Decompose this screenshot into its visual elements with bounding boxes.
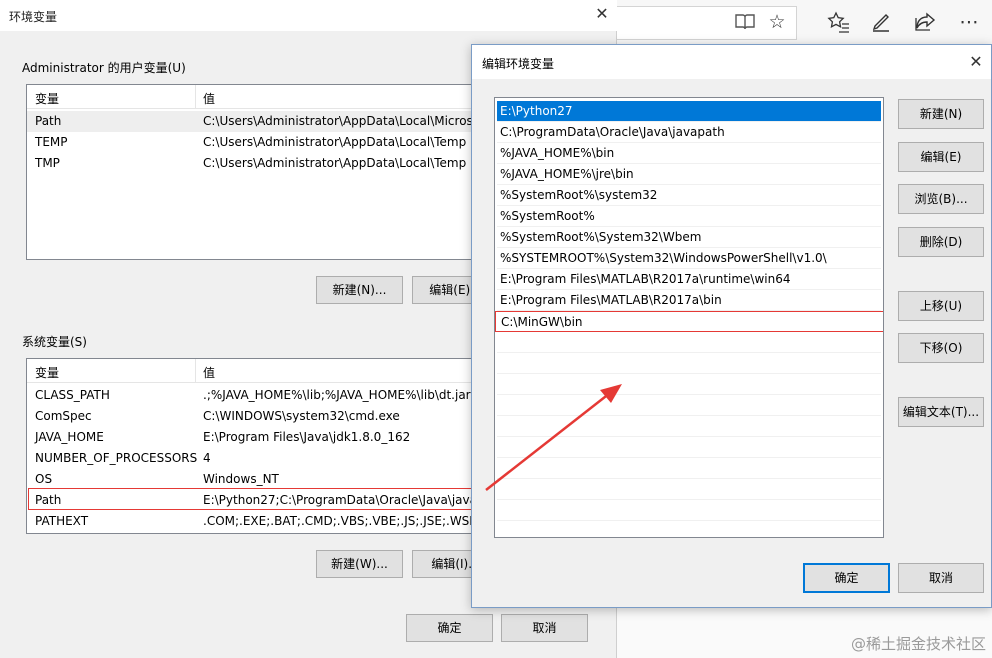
pen-icon[interactable] [869,10,893,34]
list-item[interactable]: %SYSTEMROOT%\System32\WindowsPowerShell\… [497,248,881,269]
list-item[interactable]: %SystemRoot%\system32 [497,185,881,206]
edit-button[interactable]: 编辑(E) [898,142,984,172]
table-row[interactable]: TEMP C:\Users\Administrator\AppData\Loca… [27,132,495,153]
var-name: TEMP [35,135,68,149]
column-value[interactable]: 值 [203,90,215,107]
var-name: NUMBER_OF_PROCESSORS [35,451,198,465]
share-icon[interactable] [913,10,937,34]
empty-row [497,416,881,437]
dialog-title: 编辑环境变量 [482,57,555,71]
empty-row [497,479,881,500]
empty-row [497,395,881,416]
table-row[interactable]: JAVA_HOME E:\Program Files\Java\jdk1.8.0… [27,427,495,448]
list-item[interactable]: C:\ProgramData\Oracle\Java\javapath [497,122,881,143]
var-value: C:\Users\Administrator\AppData\Local\Tem… [203,135,467,149]
var-value: C:\Users\Administrator\AppData\Local\Mic… [203,114,473,128]
var-name: Path [35,114,62,128]
list-header: 变量 值 [27,85,495,109]
table-row[interactable]: TMP C:\Users\Administrator\AppData\Local… [27,153,495,174]
cancel-button[interactable]: 取消 [898,563,984,593]
close-icon[interactable]: ✕ [965,51,987,73]
list-item[interactable]: %JAVA_HOME%\jre\bin [497,164,881,185]
var-name: PATHEXT [35,514,89,528]
column-separator [195,359,196,383]
browse-button[interactable]: 浏览(B)... [898,184,984,214]
system-variables-label: 系统变量(S) [22,335,87,349]
empty-row [497,437,881,458]
new-button[interactable]: 新建(N) [898,99,984,129]
var-name: ComSpec [35,409,92,423]
table-row[interactable]: ComSpec C:\WINDOWS\system32\cmd.exe [27,406,495,427]
dialog-title: 环境变量 [9,10,58,24]
var-name: CLASS_PATH [35,388,110,402]
close-icon[interactable]: ✕ [592,4,612,24]
edit-text-button[interactable]: 编辑文本(T)... [898,397,984,427]
var-value: .;%JAVA_HOME%\lib;%JAVA_HOME%\lib\dt.jar [203,388,471,402]
list-item-editing[interactable]: C:\MinGW\bin [495,311,883,332]
move-down-button[interactable]: 下移(O) [898,333,984,363]
list-item[interactable]: E:\Program Files\MATLAB\R2017a\bin [497,290,881,311]
var-value: Windows_NT [203,472,279,486]
list-item[interactable]: %SystemRoot%\System32\Wbem [497,227,881,248]
empty-row [497,500,881,521]
list-item[interactable]: %JAVA_HOME%\bin [497,143,881,164]
table-row[interactable]: Path C:\Users\Administrator\AppData\Loca… [27,111,495,132]
env-cancel-button[interactable]: 取消 [501,614,588,642]
user-new-button[interactable]: 新建(N)... [316,276,403,304]
table-row[interactable]: PATHEXT .COM;.EXE;.BAT;.CMD;.VBS;.VBE;.J… [27,511,495,532]
watermark: @稀土掘金技术社区 [850,635,986,653]
var-value: E:\Program Files\Java\jdk1.8.0_162 [203,430,411,444]
var-name: TMP [35,156,60,170]
var-name: OS [35,472,53,486]
column-value[interactable]: 值 [203,364,215,381]
env-ok-button[interactable]: 确定 [406,614,493,642]
empty-row [497,332,881,353]
system-new-button[interactable]: 新建(W)... [316,550,403,578]
table-row[interactable]: NUMBER_OF_PROCESSORS 4 [27,448,495,469]
list-item[interactable]: E:\Program Files\MATLAB\R2017a\runtime\w… [497,269,881,290]
empty-row [497,374,881,395]
edit-environment-variable-dialog: 编辑环境变量 ✕ E:\Python27 C:\ProgramData\Orac… [471,44,992,608]
more-icon[interactable]: ⋯ [957,10,981,34]
delete-button[interactable]: 删除(D) [898,227,984,257]
var-value: C:\Users\Administrator\AppData\Local\Tem… [203,156,467,170]
table-row[interactable]: OS Windows_NT [27,469,495,490]
list-item[interactable]: E:\Python27 [497,101,881,122]
move-up-button[interactable]: 上移(U) [898,291,984,321]
path-entries-list[interactable]: E:\Python27 C:\ProgramData\Oracle\Java\j… [494,97,884,538]
list-item[interactable]: %SystemRoot% [497,206,881,227]
var-value: .COM;.EXE;.BAT;.CMD;.VBS;.VBE;.JS;.JSE;.… [203,514,496,528]
var-value: C:\WINDOWS\system32\cmd.exe [203,409,400,423]
list-header: 变量 值 [27,359,495,383]
column-variable[interactable]: 变量 [35,90,59,107]
path-highlight-box [28,488,480,510]
var-value: 4 [203,451,211,465]
empty-row [497,458,881,479]
empty-row [497,353,881,374]
favorite-star-icon[interactable]: ☆ [765,10,789,34]
var-name: JAVA_HOME [35,430,104,444]
ok-button[interactable]: 确定 [803,563,890,593]
user-variables-label: Administrator 的用户变量(U) [22,61,186,75]
user-variables-list[interactable]: 变量 值 Path C:\Users\Administrator\AppData… [26,84,496,260]
reading-view-icon[interactable] [733,10,757,34]
favorites-list-icon[interactable] [827,10,851,34]
table-row[interactable]: CLASS_PATH .;%JAVA_HOME%\lib;%JAVA_HOME%… [27,385,495,406]
dialog-title-bar: 环境变量 ✕ [0,0,617,31]
column-separator [195,85,196,109]
dialog-title-bar: 编辑环境变量 ✕ [472,45,991,79]
column-variable[interactable]: 变量 [35,364,59,381]
